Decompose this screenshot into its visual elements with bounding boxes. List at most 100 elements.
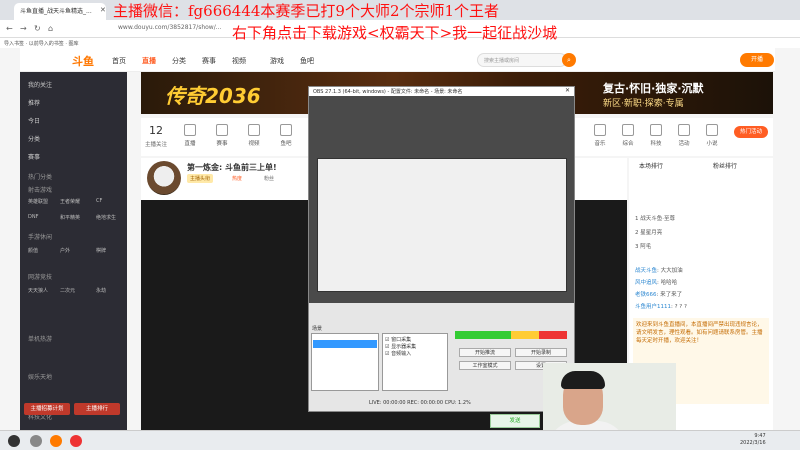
sidebar-item-esports[interactable]: 赛事 <box>28 152 40 161</box>
category-item[interactable]: 赛事 <box>209 124 235 147</box>
chat-message: 战天斗鱼: 大大加油 <box>635 268 683 274</box>
music-icon <box>594 124 606 136</box>
flag-icon <box>678 124 690 136</box>
app-icon[interactable] <box>70 435 82 447</box>
streamer-avatar[interactable] <box>147 161 181 195</box>
sidebar-grid-item[interactable]: 户外 <box>60 247 70 254</box>
douyu-logo[interactable]: 斗鱼 <box>72 53 94 69</box>
start-icon[interactable] <box>8 435 20 447</box>
url-field[interactable]: www.douyu.com/3852817/show/... <box>118 24 221 31</box>
grid-icon <box>622 124 634 136</box>
taskbar: 9:47 2022/3/16 <box>0 430 800 450</box>
banner-game-title: 传奇2036 <box>165 84 261 108</box>
nav-video[interactable]: 视频 <box>232 56 246 66</box>
sidebar-grid-item[interactable]: 王者荣耀 <box>60 198 80 205</box>
sidebar-grid-item[interactable]: 颜值 <box>28 247 38 254</box>
selected-scene[interactable] <box>313 340 377 348</box>
obs-title-bar: OBS 27.1.3 (64-bit, windows) - 配置文件: 未命名… <box>309 87 574 96</box>
sidebar-section-online: 网游竞技 <box>28 274 53 281</box>
obs-window[interactable]: OBS 27.1.3 (64-bit, windows) - 配置文件: 未命名… <box>308 86 575 412</box>
sidebar-section-single: 单机热游 <box>28 336 53 343</box>
category-item[interactable]: 鱼吧 <box>273 124 299 147</box>
obs-controls: 场景 ☑ 窗口采集 ☑ 显示器采集 ☑ 音频输入 开始推流 开始录制 工作室模式… <box>309 303 574 411</box>
forward-icon[interactable]: → <box>20 24 27 33</box>
sidebar-section-shooter: 射击游戏 <box>28 187 53 194</box>
sidebar-grid-item[interactable]: 二次元 <box>60 287 75 294</box>
source-item[interactable]: ☑ 显示器采集 <box>385 343 445 350</box>
category-item[interactable]: 综合 <box>615 124 641 147</box>
start-record-button[interactable]: 开始录制 <box>515 348 567 357</box>
category-item[interactable]: 视频 <box>241 124 267 147</box>
browser-icon[interactable] <box>50 435 62 447</box>
banner-subslogan: 新区·新职·探索·专属 <box>603 99 684 109</box>
studio-mode-button[interactable]: 工作室模式 <box>459 361 511 370</box>
rank-row[interactable]: 2 星星月亮 <box>635 228 662 236</box>
nested-screen-capture <box>317 158 567 292</box>
tab-rank[interactable]: 本场排行 <box>639 161 663 170</box>
sidebar-grid-item[interactable]: CF <box>96 198 102 204</box>
category-item[interactable]: 小说 <box>699 124 725 147</box>
nav-yuba[interactable]: 鱼吧 <box>300 56 314 66</box>
audio-meter <box>455 331 567 339</box>
start-stream-button[interactable]: 开始推流 <box>459 348 511 357</box>
obs-preview <box>309 96 574 303</box>
search-icon[interactable]: ⌕ <box>562 53 576 67</box>
rank-row[interactable]: 3 阿毛 <box>635 242 651 250</box>
sidebar-item-recommend[interactable]: 推荐 <box>28 98 40 107</box>
room-badge: 主播头衔 <box>187 174 214 183</box>
reload-icon[interactable]: ↻ <box>34 24 41 33</box>
nav-home[interactable]: 首页 <box>112 56 126 66</box>
obs-status-bar: LIVE: 00:00:00 REC: 00:00:00 CPU: 1.2% <box>369 400 471 406</box>
nav-category[interactable]: 分类 <box>172 56 186 66</box>
send-button[interactable]: 发送 <box>490 414 540 428</box>
source-item[interactable]: ☑ 音频输入 <box>385 350 445 357</box>
close-icon[interactable]: ✕ <box>565 87 570 94</box>
sidebar-grid-item[interactable]: DNF <box>28 214 38 220</box>
sidebar-section-mobile: 手游休闲 <box>28 234 53 241</box>
overlay-text-top: 主播微信：fg666444本赛季已打9个大师2个宗师1个王者 <box>113 2 500 20</box>
sidebar-item-follow[interactable]: 我的关注 <box>28 80 52 89</box>
left-sidebar: 我的关注 推荐 今日 分类 赛事 热门分类 射击游戏 英雄联盟 王者荣耀 CF … <box>20 72 127 430</box>
room-title: 第一炼金: 斗鱼前三上单! <box>187 163 277 172</box>
hot-activity-button[interactable]: 热门活动 <box>734 126 768 138</box>
sidebar-grid-item[interactable]: 和平精英 <box>60 214 80 221</box>
open-live-button[interactable]: 开播 <box>740 53 774 67</box>
clock[interactable]: 9:47 2022/3/16 <box>740 433 766 447</box>
sidebar-grid-item[interactable]: 棋牌 <box>96 247 106 254</box>
tab-fans[interactable]: 粉丝排行 <box>713 161 737 170</box>
sources-list[interactable]: ☑ 窗口采集 ☑ 显示器采集 ☑ 音频输入 <box>382 333 448 391</box>
sidebar-grid-item[interactable]: 永劫 <box>96 287 106 294</box>
close-tab-icon[interactable]: ✕ <box>100 6 106 14</box>
source-item[interactable]: ☑ 窗口采集 <box>385 336 445 343</box>
overlay-text-second: 右下角点击下载游戏<权霸天下>我一起征战沙城 <box>232 24 558 42</box>
scenes-label: 场景 <box>312 326 323 332</box>
search-input[interactable]: 搜索主播或房间 <box>477 53 567 67</box>
category-item[interactable]: 活动 <box>671 124 697 147</box>
browser-tab[interactable]: 斗鱼直播_战天斗鱼精选_... <box>14 3 106 20</box>
category-item[interactable]: 科技 <box>643 124 669 147</box>
trophy-icon <box>216 124 228 136</box>
nav-games[interactable]: 游戏 <box>270 56 284 66</box>
back-icon[interactable]: ← <box>6 24 13 33</box>
streamer-recruit-button[interactable]: 主播招募计划 <box>24 403 70 415</box>
nav-live[interactable]: 直播 <box>142 56 156 66</box>
live-icon <box>184 124 196 136</box>
sidebar-item-category[interactable]: 分类 <box>28 134 40 143</box>
sidebar-grid-item[interactable]: 英雄联盟 <box>28 198 48 205</box>
sidebar-item-today[interactable]: 今日 <box>28 116 40 125</box>
nav-esports[interactable]: 赛事 <box>202 56 216 66</box>
category-item[interactable]: 音乐 <box>587 124 613 147</box>
video-icon <box>248 124 260 136</box>
search-icon[interactable] <box>30 435 42 447</box>
streamer-rank-button[interactable]: 主播排行 <box>74 403 120 415</box>
book-icon <box>706 124 718 136</box>
category-item[interactable]: 直播 <box>177 124 203 147</box>
sidebar-grid-item[interactable]: 天天狼人 <box>28 287 48 294</box>
chat-message: 斗鱼用户1111: ? ? ? <box>635 304 687 310</box>
home-icon[interactable]: ⌂ <box>48 24 53 33</box>
scenes-list[interactable] <box>311 333 379 391</box>
sidebar-grid-item[interactable]: 绝地求生 <box>96 214 116 221</box>
chat-message: 风中追风: 哈哈哈 <box>635 280 678 286</box>
streamer-hair <box>561 371 605 389</box>
rank-row[interactable]: 1 战天斗鱼·至尊 <box>635 214 675 222</box>
